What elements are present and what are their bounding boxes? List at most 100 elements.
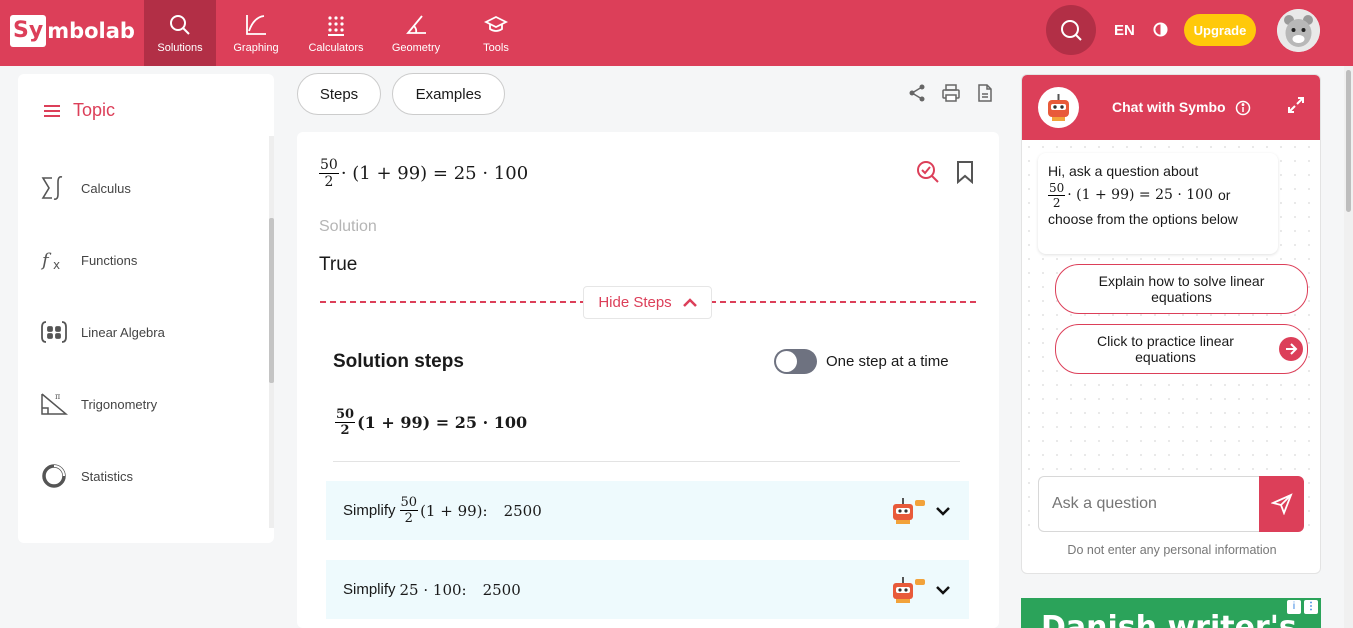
toggle-label: One step at a time (826, 353, 949, 370)
step-result: 2500 (482, 580, 521, 599)
nav-tools[interactable]: Tools (456, 0, 536, 66)
bookmark-icon[interactable] (955, 160, 975, 184)
svg-text:x: x (53, 258, 60, 272)
solution-value: True (319, 254, 358, 275)
chevron-down-icon[interactable] (935, 503, 951, 519)
main-nav: Solutions Graphing Calculators Geometry … (144, 0, 536, 66)
page-scroll-thumb[interactable] (1346, 70, 1351, 212)
tab-steps[interactable]: Steps (297, 73, 381, 115)
fx-icon: fx (40, 250, 60, 272)
top-nav-bar: Sy mbolab Solutions Graphing Calculators… (0, 0, 1353, 66)
language-selector[interactable]: EN (1114, 22, 1135, 39)
robot-chat-icon[interactable] (889, 496, 925, 526)
sidebar-item-label: Functions (81, 252, 138, 268)
chat-input-group (1038, 476, 1320, 532)
chevron-down-icon[interactable] (935, 582, 951, 598)
step-row[interactable]: Simplify 25 · 100: 2500 (326, 560, 969, 619)
robot-icon (1048, 94, 1069, 121)
sidebar-item-linear-algebra[interactable]: Linear Algebra (40, 317, 240, 347)
chat-option-explain[interactable]: Explain how to solve linear equations (1055, 264, 1308, 314)
send-icon (1270, 493, 1293, 515)
robot-chat-icon[interactable] (889, 575, 925, 605)
step-expr-text: (1 + 99): (420, 501, 488, 520)
menu-icon (44, 104, 60, 117)
chat-option-label: Click to practice linear equations (1097, 333, 1234, 365)
chat-disclaimer: Do not enter any personal information (1067, 543, 1277, 557)
step-result: 2500 (503, 501, 542, 520)
chat-intro-tail: choose from the options below (1048, 211, 1238, 227)
sidebar-item-trigonometry[interactable]: π Trigonometry (40, 389, 240, 419)
one-step-toggle[interactable] (774, 349, 817, 374)
step-equation-expression: (1 + 99) = 25 · 100 (357, 413, 528, 432)
hide-steps-label: Hide Steps (598, 294, 672, 311)
nav-solutions[interactable]: Solutions (144, 0, 216, 66)
verify-search-icon[interactable] (916, 160, 940, 184)
arrow-right-icon (1279, 337, 1303, 361)
topic-sidebar: Topic Calculus fx Functions Linear Algeb… (18, 74, 274, 543)
sidebar-item-statistics[interactable]: Statistics (40, 461, 240, 491)
fraction-denominator: 2 (324, 174, 334, 190)
expand-icon[interactable] (1287, 96, 1305, 114)
solution-card: 50 2 · (1 + 99) = 25 · 100 Solution True… (297, 132, 999, 628)
fraction-numerator: 50 (399, 495, 419, 511)
graph-icon (246, 14, 266, 35)
search-button[interactable] (1046, 5, 1096, 55)
problem-expression: · (1 + 99) = 25 · 100 (340, 163, 529, 184)
sidebar-item-label: Calculus (81, 180, 131, 196)
nav-geometry[interactable]: Geometry (376, 0, 456, 66)
hide-steps-button[interactable]: Hide Steps (583, 286, 712, 319)
step-row[interactable]: Simplify 50 2 (1 + 99): 2500 (326, 481, 969, 540)
chat-bot-avatar (1038, 87, 1079, 128)
chat-intro-or: or (1217, 187, 1231, 203)
chevron-up-icon (682, 297, 697, 307)
matrix-icon (41, 321, 67, 343)
chat-send-button[interactable] (1259, 476, 1304, 532)
fraction-numerator: 50 (1048, 181, 1066, 196)
graduation-cap-icon (484, 15, 508, 32)
chat-question-input[interactable] (1038, 476, 1260, 532)
sidebar-item-label: Statistics (81, 468, 134, 484)
fraction-numerator: 50 (319, 157, 339, 174)
svg-text:π: π (55, 392, 60, 401)
step-equation: 50 2 (1 + 99) = 25 · 100 (335, 408, 527, 437)
pdf-icon[interactable] (975, 83, 995, 103)
tab-examples[interactable]: Examples (392, 73, 505, 115)
step-expr-text: 25 · 100: (399, 580, 467, 599)
symbolab-logo[interactable]: Sy mbolab (10, 14, 135, 48)
print-icon[interactable] (941, 83, 961, 103)
chat-intro-expression: · (1 + 99) = 25 · 100 (1067, 187, 1213, 203)
nav-calculators[interactable]: Calculators (296, 0, 376, 66)
chat-option-practice[interactable]: Click to practice linear equations (1055, 324, 1308, 374)
logo-mark: Sy (10, 15, 47, 47)
chat-intro-equation: 50 2 · (1 + 99) = 25 · 100 or (1048, 182, 1268, 209)
contrast-icon[interactable] (1153, 22, 1168, 37)
sidebar-scroll-thumb[interactable] (269, 218, 274, 383)
sidebar-item-calculus[interactable]: Calculus (40, 173, 240, 203)
calculator-icon (328, 15, 344, 36)
user-avatar[interactable] (1277, 9, 1320, 52)
fraction: 50 2 (335, 408, 356, 437)
ad-menu-icon[interactable]: ⋮ (1304, 600, 1318, 614)
fraction: 50 2 (319, 158, 339, 189)
nav-geometry-label: Geometry (391, 41, 441, 54)
problem-equation: 50 2 · (1 + 99) = 25 · 100 (319, 158, 528, 189)
solution-label: Solution (319, 218, 377, 235)
step-prefix: Simplify (343, 502, 396, 519)
sidebar-item-functions[interactable]: fx Functions (40, 245, 240, 275)
ad-info-icon[interactable]: i (1287, 600, 1301, 614)
info-icon[interactable] (1235, 100, 1251, 116)
chat-intro-bubble: Hi, ask a question about 50 2 · (1 + 99)… (1038, 153, 1278, 254)
share-icon[interactable] (907, 83, 927, 103)
chat-intro-text: Hi, ask a question about (1048, 163, 1199, 179)
step-expression: 25 · 100: 2500 (400, 581, 521, 599)
chat-header: Chat with Symbo (1022, 75, 1320, 140)
chat-title: Chat with Symbo (1112, 99, 1226, 115)
upgrade-button[interactable]: Upgrade (1184, 14, 1256, 46)
fraction-denominator: 2 (1052, 196, 1061, 210)
fraction: 50 2 (1048, 181, 1066, 210)
search-check-icon (1061, 20, 1082, 41)
ad-banner[interactable]: Danish writer's i ⋮ (1021, 598, 1321, 628)
nav-graphing[interactable]: Graphing (216, 0, 296, 66)
step-expression: 50 2 (1 + 99): 2500 (399, 495, 542, 525)
topic-header[interactable]: Topic (44, 100, 115, 121)
